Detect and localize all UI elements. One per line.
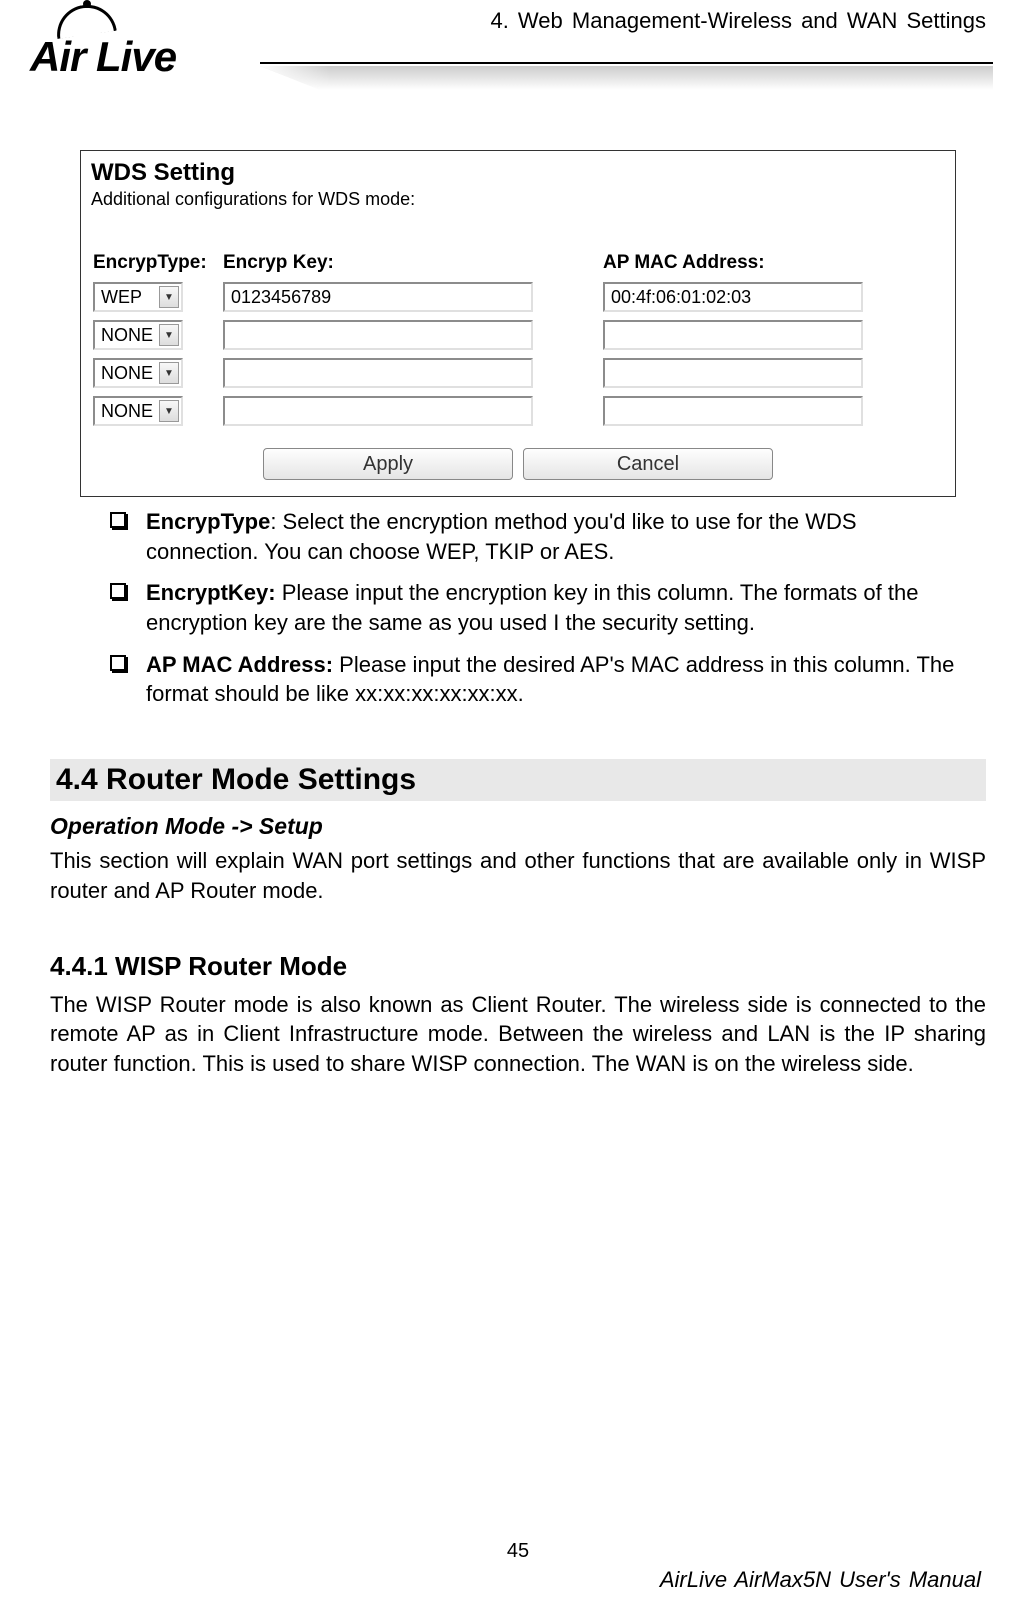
wds-header-row: EncrypType: Encryp Key: AP MAC Address: — [87, 240, 949, 278]
logo: Air Live — [20, 5, 260, 95]
col-encrypt-key: Encryp Key: — [223, 252, 603, 274]
encrypt-key-input[interactable] — [223, 320, 533, 350]
list-item: EncryptKey: Please input the encryption … — [110, 578, 956, 637]
wds-setting-panel: WDS Setting Additional configurations fo… — [80, 150, 956, 497]
col-ap-mac: AP MAC Address: — [603, 252, 943, 274]
cancel-button[interactable]: Cancel — [523, 448, 773, 480]
select-value: NONE — [101, 401, 153, 422]
subsection-body: The WISP Router mode is also known as Cl… — [50, 990, 986, 1079]
subsection-heading: 4.4.1 WISP Router Mode — [50, 951, 986, 982]
chapter-title: 4. Web Management-Wireless and WAN Setti… — [490, 8, 986, 34]
select-value: WEP — [101, 287, 142, 308]
square-bullet-icon — [110, 583, 126, 599]
page-header: Air Live 4. Web Management-Wireless and … — [0, 0, 1036, 100]
square-bullet-icon — [110, 512, 126, 528]
header-divider — [260, 62, 993, 90]
ap-mac-input[interactable] — [603, 358, 863, 388]
ap-mac-input[interactable]: 00:4f:06:01:02:03 — [603, 282, 863, 312]
ap-mac-input[interactable] — [603, 396, 863, 426]
description-list: EncrypType: Select the encryption method… — [110, 507, 956, 709]
wds-row: NONE ▼ — [87, 354, 949, 392]
manual-name: AirLive AirMax5N User's Manual — [55, 1567, 981, 1593]
section-intro: This section will explain WAN port setti… — [50, 846, 986, 905]
page-number: 45 — [55, 1540, 981, 1563]
wds-row: NONE ▼ — [87, 392, 949, 430]
encrypt-key-input[interactable] — [223, 396, 533, 426]
chevron-down-icon: ▼ — [159, 286, 179, 308]
encrypt-type-select[interactable]: WEP ▼ — [93, 282, 183, 312]
encrypt-key-input[interactable] — [223, 358, 533, 388]
logo-dot-icon — [83, 0, 91, 8]
button-row: Apply Cancel — [87, 430, 949, 490]
list-item: AP MAC Address: Please input the desired… — [110, 650, 956, 709]
wds-row: WEP ▼ 0123456789 00:4f:06:01:02:03 — [87, 278, 949, 316]
col-encrypt-type: EncrypType: — [93, 252, 223, 274]
encrypt-key-input[interactable]: 0123456789 — [223, 282, 533, 312]
wds-subtitle: Additional configurations for WDS mode: — [87, 187, 949, 240]
chevron-down-icon: ▼ — [159, 400, 179, 422]
section-heading: 4.4 Router Mode Settings — [50, 759, 986, 801]
page-footer: 45 AirLive AirMax5N User's Manual — [0, 1540, 1036, 1593]
ap-mac-input[interactable] — [603, 320, 863, 350]
encrypt-type-select[interactable]: NONE ▼ — [93, 358, 183, 388]
encrypt-type-select[interactable]: NONE ▼ — [93, 396, 183, 426]
chevron-down-icon: ▼ — [159, 324, 179, 346]
square-bullet-icon — [110, 655, 126, 671]
wds-title: WDS Setting — [87, 157, 949, 187]
section-subhead: Operation Mode -> Setup — [50, 813, 986, 840]
encrypt-type-select[interactable]: NONE ▼ — [93, 320, 183, 350]
select-value: NONE — [101, 325, 153, 346]
select-value: NONE — [101, 363, 153, 384]
apply-button[interactable]: Apply — [263, 448, 513, 480]
chevron-down-icon: ▼ — [159, 362, 179, 384]
list-item: EncrypType: Select the encryption method… — [110, 507, 956, 566]
logo-text: Air Live — [30, 33, 176, 81]
wds-row: NONE ▼ — [87, 316, 949, 354]
